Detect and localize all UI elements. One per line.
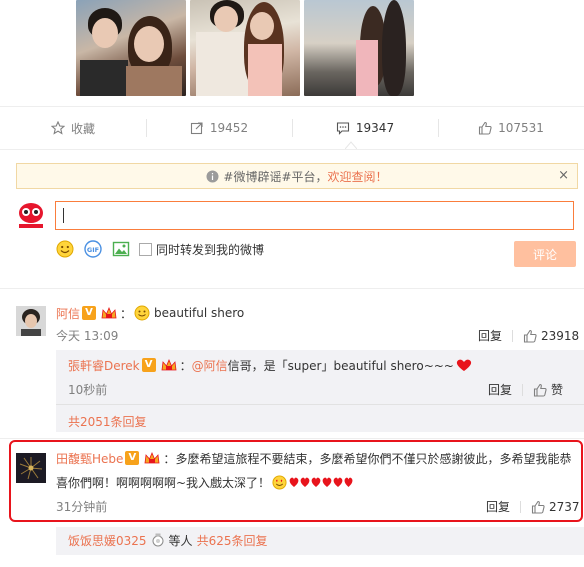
verified-badge-icon: V [141, 358, 156, 372]
comment-text-line1: 多麼希望這旅程不要結束，多麼希望你們不僅只於感謝彼此，多希望我能恭 [175, 451, 572, 466]
repost-icon [190, 122, 203, 135]
active-tab-caret-icon [345, 141, 357, 149]
divider [56, 404, 584, 405]
comment-separator: ： [163, 451, 176, 466]
verified-badge-icon: V [82, 306, 97, 320]
submit-comment-button[interactable]: 评论 [514, 241, 576, 267]
comment-avatar[interactable] [16, 453, 46, 483]
post-photo-2[interactable] [190, 0, 300, 96]
my-avatar[interactable] [16, 200, 46, 230]
reply-button[interactable]: 回复 [486, 498, 510, 515]
comment-header: 阿信 V ： beautiful shero [56, 305, 245, 322]
smile-icon [56, 240, 74, 258]
thumbs-up-icon[interactable] [531, 500, 545, 514]
post-photo-3[interactable] [304, 0, 414, 96]
comment-time: 今天 13:09 [56, 329, 119, 343]
member-crown-icon [101, 306, 117, 319]
gif-icon: GIF [84, 240, 102, 258]
reply-button[interactable]: 回复 [478, 327, 502, 344]
sub-reply-separator: ： [179, 358, 192, 373]
divider [0, 438, 584, 439]
repost-checkbox-label[interactable]: 同时转发到我的微博 [156, 241, 264, 258]
comment-text-line2-row: 喜你們啊！啊啊啊啊啊~我入戲太深了！ [56, 473, 353, 491]
notice-text: #微博辟谣#平台， [223, 169, 328, 184]
sub-reply-header: 張軒睿Derek V ： @阿信 信哥，是「super」beautiful sh… [68, 356, 472, 374]
star-icon [50, 121, 65, 135]
user-avatar-image [16, 453, 46, 483]
more-replies-link[interactable]: 共2051条回复 [68, 413, 147, 430]
verified-badge-icon: V [125, 451, 140, 465]
image-button[interactable] [111, 239, 131, 259]
sub-reply-text: 信哥，是「super」beautiful shero~~~ [227, 358, 454, 373]
reply-summary-others: 等人 [168, 533, 193, 548]
comment-button[interactable]: 19347 [292, 107, 438, 149]
gif-button[interactable]: GIF [83, 239, 103, 259]
medal-icon [152, 533, 164, 547]
composer-tools: GIF 同时转发到我的微博 [55, 239, 264, 259]
like-count: 107531 [498, 121, 544, 135]
member-crown-icon [144, 451, 160, 464]
comment-count: 19347 [355, 121, 395, 135]
comment-ops: 回复 2737 [486, 498, 580, 515]
mention-link[interactable]: @阿信 [192, 357, 228, 374]
divider [0, 288, 584, 289]
thumbs-up-icon [479, 121, 492, 135]
comment-icon [336, 122, 349, 135]
comment-avatar[interactable] [16, 306, 46, 336]
comment-time: 31分钟前 [56, 500, 108, 514]
post-photo-1[interactable] [76, 0, 186, 96]
close-notice-button[interactable]: × [558, 168, 569, 183]
comment-text-line2: 喜你們啊！啊啊啊啊啊~我入戲太深了！ [56, 475, 271, 490]
like-count: 23918 [541, 328, 580, 343]
comment-text: beautiful shero [154, 306, 245, 320]
post-action-bar: 收藏 19452 19347 107531 [0, 106, 584, 150]
repost-checkbox[interactable] [139, 242, 152, 256]
reply-summary-user[interactable]: 饭饭思媛0325 [68, 532, 147, 549]
sub-reply-username[interactable]: 張軒睿Derek [68, 357, 140, 374]
like-label: 赞 [551, 383, 564, 397]
heart-eyes-emoji-icon [272, 474, 287, 490]
more-replies-link[interactable]: 共625条回复 [197, 532, 268, 549]
favorite-button[interactable]: 收藏 [0, 107, 146, 149]
like-button[interactable]: 107531 [438, 107, 584, 149]
comment-header: 田馥甄Hebe V ： 多麼希望這旅程不要結束，多麼希望你們不僅只於感謝彼此，多… [56, 449, 571, 467]
hearts-emoji-row-icon [289, 477, 353, 487]
favorite-label: 收藏 [70, 121, 95, 136]
my-avatar-image [16, 200, 46, 230]
reply-button[interactable]: 回复 [488, 381, 512, 398]
thumbs-up-icon[interactable] [533, 383, 547, 397]
rumor-notice-banner: #微博辟谣#平台， 欢迎查阅！ × [16, 163, 578, 189]
comment-input[interactable] [55, 201, 574, 230]
comment-username[interactable]: 阿信 [56, 305, 80, 322]
comment-username[interactable]: 田馥甄Hebe [56, 450, 123, 467]
comment-ops: 回复 23918 [478, 327, 579, 344]
like-count: 2737 [549, 499, 580, 514]
image-icon [112, 241, 130, 257]
heart-emoji-icon [456, 359, 471, 371]
reply-summary: 饭饭思媛0325 等人 共625条回复 [68, 531, 267, 549]
thumbs-up-icon[interactable] [523, 329, 537, 343]
repost-button[interactable]: 19452 [146, 107, 292, 149]
svg-text:GIF: GIF [87, 246, 99, 254]
smile-emoji-icon [134, 305, 150, 321]
member-crown-icon [161, 358, 177, 371]
sub-reply-time: 10秒前 [68, 383, 108, 397]
emoji-button[interactable] [55, 239, 75, 259]
user-avatar-image [16, 306, 46, 336]
info-icon [206, 170, 219, 182]
notice-link[interactable]: 欢迎查阅！ [328, 168, 388, 185]
repost-count: 19452 [209, 121, 249, 135]
sub-reply-ops: 回复 赞 [488, 381, 563, 398]
